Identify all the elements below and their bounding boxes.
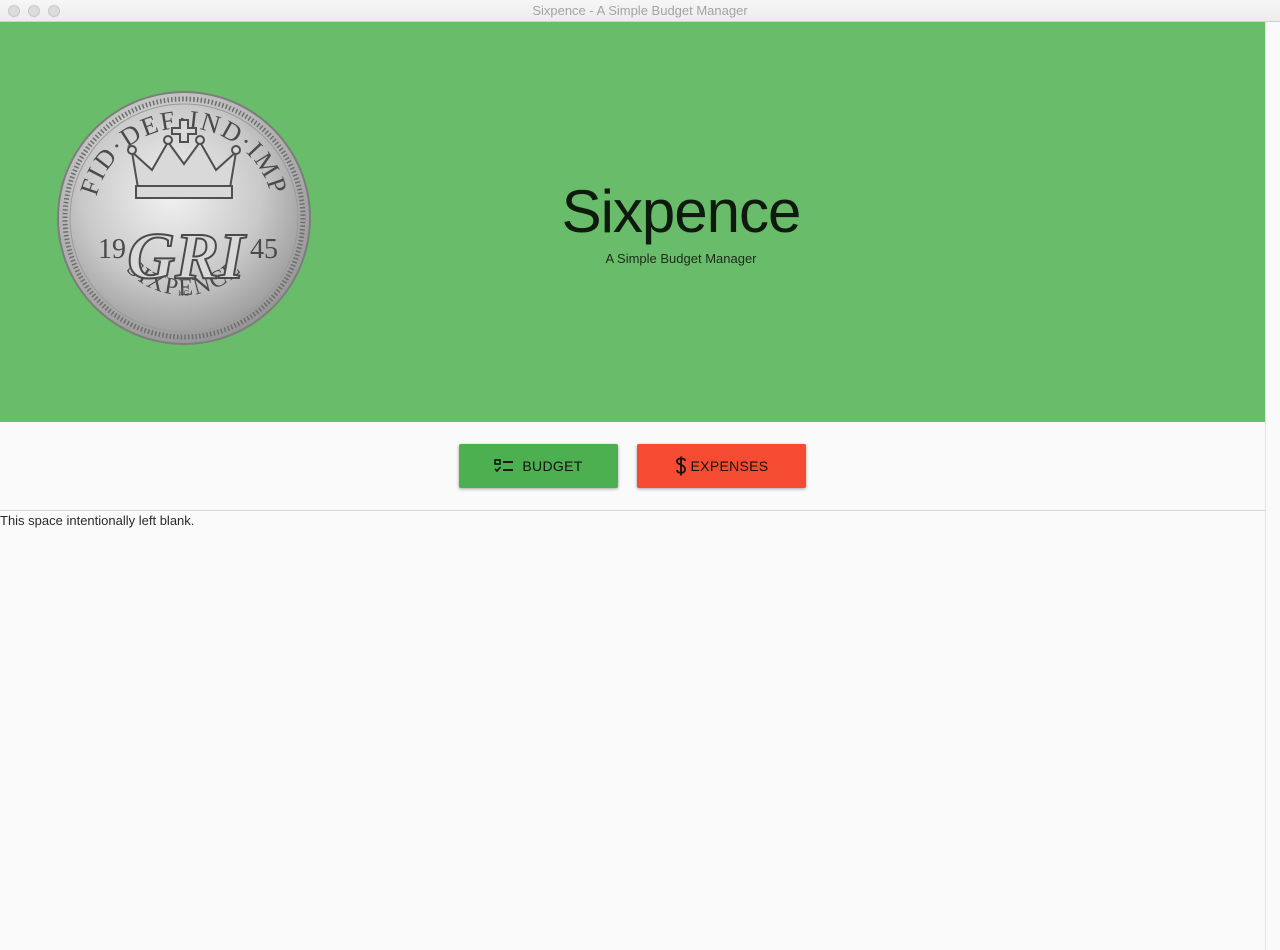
content-divider (0, 510, 1265, 511)
placeholder-text: This space intentionally left blank. (0, 513, 195, 528)
dollar-icon (675, 456, 687, 476)
expenses-button-label: EXPENSES (690, 458, 769, 474)
hero-banner: FID·DEF·IND·IMP SIXPENCE GRI 19 45 (0, 22, 1265, 422)
checklist-icon (494, 458, 514, 474)
expenses-button[interactable]: EXPENSES (637, 444, 806, 488)
app-subtitle: A Simple Budget Manager (605, 251, 757, 266)
budget-button-label: BUDGET (522, 458, 583, 474)
title-bar[interactable]: Sixpence - A Simple Budget Manager (0, 0, 1280, 22)
vertical-scrollbar[interactable] (1265, 22, 1280, 950)
window-title: Sixpence - A Simple Budget Manager (532, 3, 748, 18)
coin-engraver-initials: KG (178, 289, 190, 298)
app-window: Sixpence - A Simple Budget Manager FID·D… (0, 0, 1280, 950)
app-title: Sixpence (561, 178, 802, 245)
nav-bar: BUDGET EXPENSES (0, 422, 1265, 510)
budget-button[interactable]: BUDGET (459, 444, 618, 488)
app-content: FID·DEF·IND·IMP SIXPENCE GRI 19 45 (0, 22, 1265, 950)
